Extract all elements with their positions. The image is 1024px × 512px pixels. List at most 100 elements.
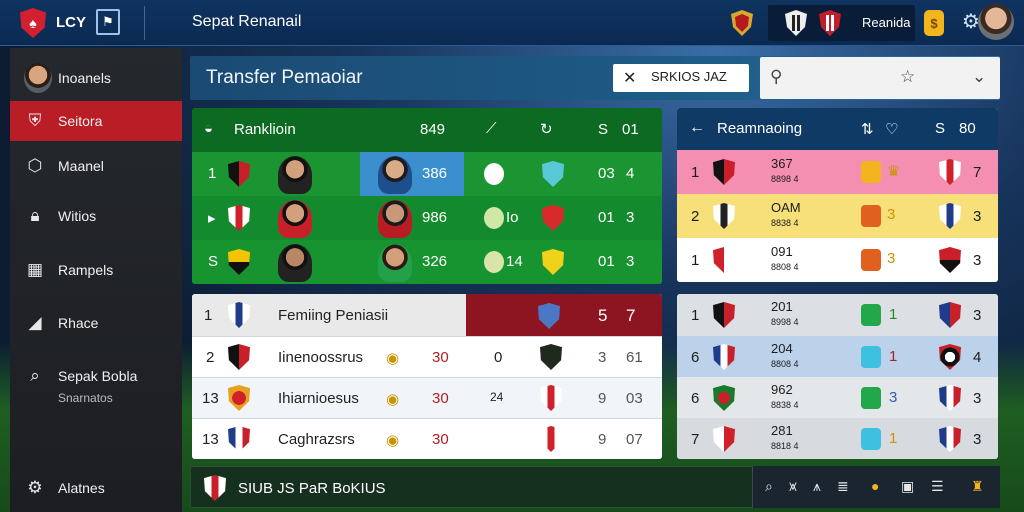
table-row[interactable]: ▸ 986 Io 01 3 — [192, 196, 662, 240]
menu-icon[interactable]: ☰ — [931, 478, 944, 495]
player-portrait — [378, 200, 412, 238]
club-crest-icon — [939, 247, 961, 273]
table-row[interactable]: S 326 14 01 3 — [192, 240, 662, 284]
mountain-icon[interactable]: ⩙ — [789, 478, 797, 495]
row-value: 01 — [598, 209, 615, 226]
player-avatar — [24, 63, 52, 93]
row-badge: 1 — [889, 430, 898, 447]
row-score: 281 — [771, 423, 793, 438]
table-row[interactable]: 6 962 8838 4 3 3 — [677, 377, 998, 418]
refresh-icon[interactable]: ↻ — [540, 120, 553, 138]
search-box[interactable]: ✕ — [613, 64, 749, 92]
row-badge: 3 — [887, 206, 896, 223]
trophy-icon[interactable]: ♜ — [971, 478, 984, 495]
sidebar-item-label: Seitora — [58, 113, 103, 129]
sidebar-item-rampels[interactable]: ▦ Rampels — [10, 250, 182, 290]
table-row[interactable]: 1 386 03 4 — [192, 152, 662, 196]
table-row[interactable]: 2 OAM 8838 4 3 3 — [677, 194, 998, 238]
club-crest-icon[interactable] — [730, 9, 754, 37]
row-sub: 8808 4 — [771, 359, 799, 369]
coin-icon[interactable]: ● — [871, 478, 879, 494]
row-badge: 3 — [889, 389, 898, 406]
ranking-panel: ◒ Ranklioin 849 ⟋ ↻ S 01 1 386 03 4 ▸ 98… — [192, 108, 662, 284]
club-crest-icon — [542, 161, 564, 187]
sidebar-item-profile[interactable]: Inoanels — [10, 56, 182, 100]
sort-icon[interactable]: ⇅ — [861, 120, 874, 138]
sidebar-item-sepak-bobla[interactable]: ⌕ Sepak Bobla — [10, 356, 182, 396]
coin-icon[interactable]: $ — [924, 10, 944, 36]
table-row[interactable]: 2 Iinenoossrus ◉ 30 0 3 61 — [192, 336, 662, 377]
row-value: 3 — [598, 349, 607, 366]
kit-icon — [861, 249, 881, 271]
tactics-icon[interactable]: ⩚ — [813, 478, 821, 495]
filter-bar[interactable]: ⚲ ☆ ⌄ — [760, 57, 1000, 99]
close-icon[interactable]: ✕ — [623, 68, 636, 88]
table-row[interactable]: 13 Ihiarnioesus ◉ 30 24 9 03 — [192, 377, 662, 418]
player-portrait — [378, 156, 412, 194]
profile-avatar[interactable] — [978, 4, 1014, 40]
row-rank: 2 — [691, 208, 700, 225]
sidebar-item-label: Rampels — [58, 262, 114, 278]
row-rank: 1 — [691, 307, 700, 324]
club-crest-icon — [542, 205, 564, 231]
standings-panel: 1 201 8998 4 1 3 6 204 8808 4 1 4 6 962 … — [677, 294, 998, 459]
search-icon[interactable]: ⌕ — [765, 478, 773, 495]
home-crest-icon[interactable] — [784, 9, 808, 37]
table-row[interactable]: 1 367 8898 4 ♛ 7 — [677, 150, 998, 194]
row-value: 4 — [973, 349, 982, 366]
feeling-panel: 1 Femiing Peniasii 5 7 2 Iinenoossrus ◉ … — [192, 294, 662, 459]
ball-icon: ◒ — [204, 120, 214, 137]
star-icon[interactable]: ☆ — [900, 67, 915, 87]
heart-icon[interactable]: ♡ — [885, 120, 898, 138]
table-row[interactable]: 7 281 8818 4 1 3 — [677, 418, 998, 459]
header-label: Ranklioin — [234, 121, 296, 138]
table-row[interactable]: 1 091 8808 4 3 3 — [677, 238, 998, 282]
kit-icon — [861, 205, 881, 227]
row-sub: 8898 4 — [771, 174, 799, 184]
pin-icon[interactable]: ⚲ — [770, 67, 782, 87]
row-sub: 8998 4 — [771, 317, 799, 327]
player-portrait — [278, 156, 312, 194]
player-portrait — [378, 244, 412, 282]
header-value: 80 — [959, 120, 976, 137]
sidebar-item-rhace[interactable]: ◢ Rhace — [10, 303, 182, 343]
row-value: 3 — [626, 209, 635, 226]
away-crest-icon[interactable] — [818, 9, 842, 37]
table-row[interactable]: 13 Caghrazsrs ◉ 30 9 07 — [192, 418, 662, 459]
club-name: Ihiarnioesus — [278, 390, 359, 407]
table-header: ◒ Ranklioin 849 ⟋ ↻ S 01 — [192, 108, 662, 152]
table-row[interactable]: 6 204 8808 4 1 4 — [677, 336, 998, 377]
club-crest-icon — [228, 161, 250, 187]
club-crest-icon — [228, 205, 250, 231]
boot-icon: ⟋ — [486, 120, 497, 137]
flag-icon[interactable]: ⚑ — [96, 9, 120, 35]
kit-icon — [861, 387, 881, 409]
sidebar-item-alatnes[interactable]: ⚙ Alatnes — [10, 468, 182, 508]
club-crest-icon — [939, 302, 961, 328]
search-input[interactable] — [651, 69, 745, 84]
club-crest-icon — [542, 249, 564, 275]
back-arrow-icon[interactable]: ← — [689, 119, 705, 137]
sidebar-item-witios[interactable]: 🔒︎ Witios — [10, 196, 182, 236]
row-mid: Io — [506, 209, 519, 226]
sidebar-item-maanel[interactable]: ⬡ Maanel — [10, 146, 182, 186]
chevron-down-icon[interactable]: ⌄ — [972, 67, 986, 87]
club-crest-icon — [713, 302, 735, 328]
club-crest-icon — [713, 426, 735, 452]
coin-icon: ◉ — [386, 432, 400, 449]
user-name: Reanida — [862, 15, 911, 30]
match-badge — [484, 251, 504, 273]
sidebar-item-label: Inoanels — [58, 70, 111, 86]
header-value: 7 — [626, 306, 636, 325]
row-rank: 7 — [691, 431, 700, 448]
table-row[interactable]: 1 201 8998 4 1 3 — [677, 294, 998, 336]
row-score: 386 — [422, 165, 448, 182]
row-value: 03 — [626, 390, 643, 407]
arrow-icon: ▸ — [208, 210, 216, 227]
list-icon[interactable]: ≣ — [837, 478, 849, 495]
box-icon[interactable]: ▣ — [901, 478, 914, 495]
header-label: Reamnaoing — [717, 120, 803, 137]
row-value: 3 — [973, 252, 982, 269]
row-value: 3 — [626, 253, 635, 270]
sidebar-item-seitora[interactable]: ⛨ Seitora — [10, 101, 182, 141]
